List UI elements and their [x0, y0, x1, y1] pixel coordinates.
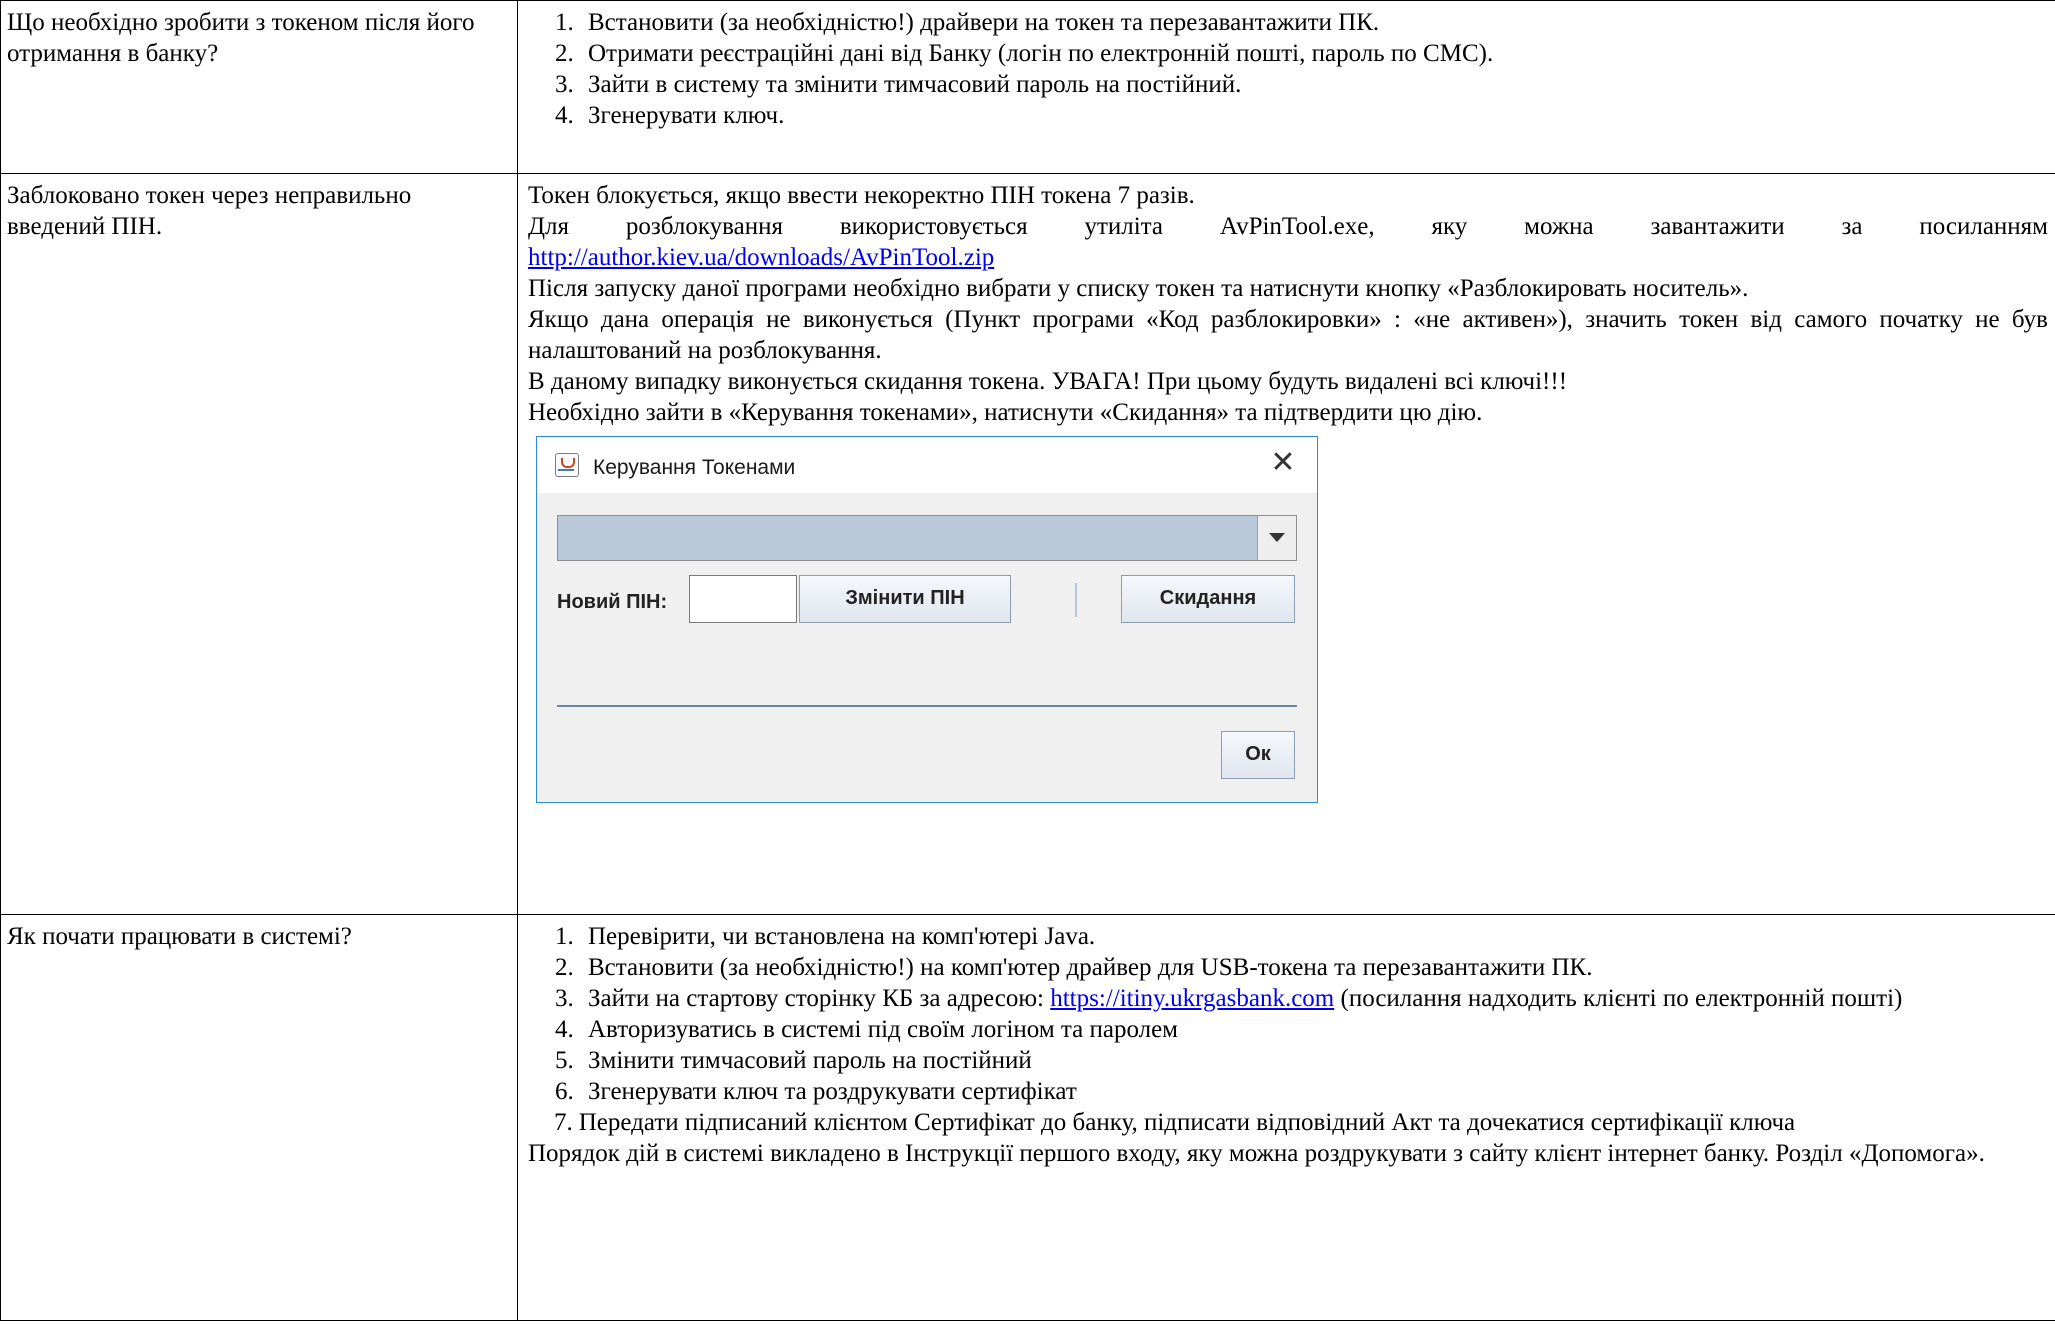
answer-paragraph: Порядок дій в системі викладено в Інстру…: [528, 1140, 1985, 1167]
answer-paragraph: Якщо дана операція не виконується (Пункт…: [528, 306, 2048, 364]
list-item: Перевірити, чи встановлена на комп'ютері…: [580, 921, 2048, 952]
step-text: Зайти на стартову сторінку КБ за адресою…: [588, 985, 1044, 1012]
token-select[interactable]: [557, 515, 1297, 561]
separator: [1075, 583, 1077, 617]
dialog-title-bar: Керування Токенами ✕: [537, 437, 1317, 493]
faq-answer: Встановити (за необхідністю!) драйвери н…: [517, 0, 2055, 174]
list-item: Авторизуватись в системі під своїм логін…: [580, 1014, 2048, 1045]
answer-paragraph: Необхідно зайти в «Керування токенами», …: [528, 399, 1483, 426]
chevron-down-icon[interactable]: [1257, 516, 1296, 560]
java-icon: [555, 453, 579, 477]
divider: [557, 705, 1297, 707]
answer-paragraph: Токен блокується, якщо ввести некоректно…: [528, 182, 1195, 209]
faq-question: Що необхідно зробити з токеном після йог…: [0, 0, 518, 174]
new-pin-label: Новий ПІН:: [557, 591, 668, 613]
list-item: Згенерувати ключ.: [580, 100, 2048, 131]
list-item: Згенерувати ключ та роздрукувати сертифі…: [580, 1076, 2048, 1107]
change-pin-button[interactable]: Змінити ПІН: [799, 575, 1011, 623]
list-item: Зайти в систему та змінити тимчасовий па…: [580, 69, 2048, 100]
faq-row: Що необхідно зробити з токеном після йог…: [0, 0, 2055, 174]
step-number: 7.: [554, 1109, 573, 1136]
faq-table: Що необхідно зробити з токеном після йог…: [0, 0, 2055, 1321]
list-item: Змінити тимчасовий пароль на постійний: [580, 1045, 2048, 1076]
answer-text: Для розблокування використовується утилі…: [528, 213, 2048, 240]
faq-row: Заблоковано токен через неправильно введ…: [0, 173, 2055, 915]
list-item: Зайти на стартову сторінку КБ за адресою…: [580, 983, 2048, 1014]
faq-question: Заблоковано токен через неправильно введ…: [0, 173, 518, 915]
reset-button[interactable]: Скидання: [1121, 575, 1295, 623]
faq-answer: Перевірити, чи встановлена на комп'ютері…: [517, 914, 2055, 1321]
answer-paragraph: Після запуску даної програми необхідно в…: [528, 275, 1749, 302]
step-text: Передати підписаний клієнтом Сертифікат …: [578, 1109, 1796, 1136]
token-management-dialog: Керування Токенами ✕ Новий ПІН: Змінити …: [536, 436, 1318, 803]
list-item: Встановити (за необхідністю!) на комп'ют…: [580, 952, 2048, 983]
ok-button[interactable]: Ок: [1221, 731, 1295, 779]
close-icon[interactable]: ✕: [1265, 445, 1301, 481]
list-item: Отримати реєстраційні дані від Банку (ло…: [580, 38, 2048, 69]
faq-question: Як почати працювати в системі?: [0, 914, 518, 1321]
steps-list: Перевірити, чи встановлена на комп'ютері…: [528, 921, 2048, 1107]
download-link[interactable]: http://author.kiev.ua/downloads/AvPinToo…: [528, 244, 994, 271]
new-pin-input[interactable]: [689, 575, 797, 623]
list-item: Встановити (за необхідністю!) драйвери н…: [580, 7, 2048, 38]
list-item: 7. Передати підписаний клієнтом Сертифіка…: [528, 1107, 2048, 1138]
dialog-title: Керування Токенами: [593, 456, 796, 479]
steps-list: Встановити (за необхідністю!) драйвери н…: [528, 7, 2048, 131]
bank-link[interactable]: https://itiny.ukrgasbank.com: [1050, 985, 1334, 1012]
faq-row: Як почати працювати в системі? Перевірит…: [0, 914, 2055, 1321]
faq-answer: Токен блокується, якщо ввести некоректно…: [517, 173, 2055, 915]
step-text: (посилання надходить клієнті по електрон…: [1340, 985, 1903, 1012]
answer-paragraph: Для розблокування використовується утилі…: [528, 211, 2048, 273]
answer-paragraph: В даному випадку виконується скидання то…: [528, 368, 1568, 395]
